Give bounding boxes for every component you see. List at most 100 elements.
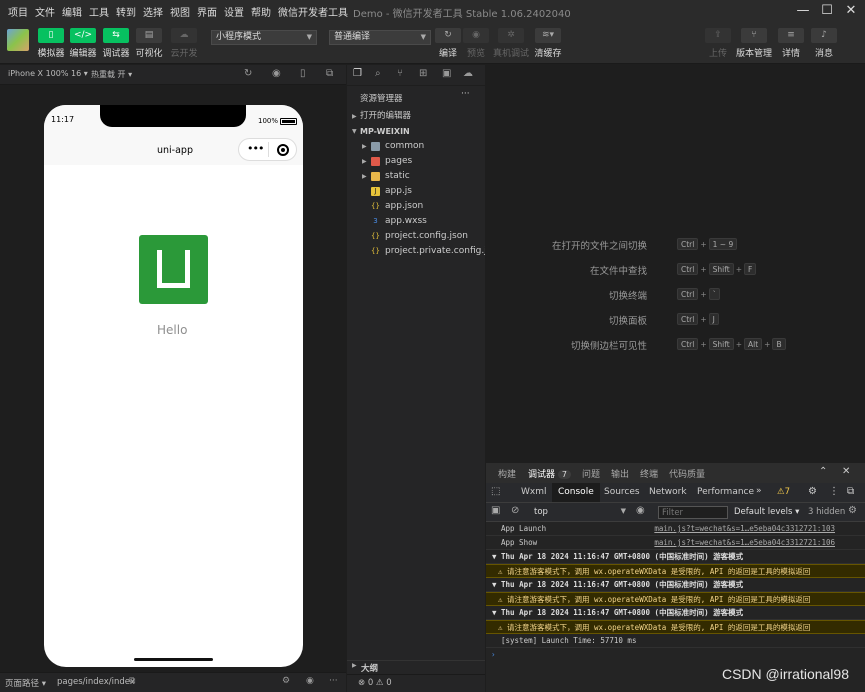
compile-mode-select[interactable]: 普通编译 ▼ xyxy=(329,30,431,45)
tab-output[interactable]: 输出 xyxy=(611,467,629,480)
tree-item-app-js[interactable]: J app.js xyxy=(347,184,485,199)
menu-settings[interactable]: 设置 xyxy=(224,4,244,19)
messages-button[interactable]: ♪ 消息 xyxy=(809,28,839,59)
page-path-label[interactable]: 页面路径 ▾ xyxy=(5,677,46,689)
page-title: uni-app xyxy=(157,145,193,156)
menu-tools[interactable]: 工具 xyxy=(89,4,109,19)
open-editors-section[interactable]: ▶ 打开的编辑器 xyxy=(347,109,485,124)
copy-icon[interactable]: ⧉ xyxy=(129,676,135,686)
popout-icon[interactable]: ⧉ xyxy=(326,68,333,79)
tab-build[interactable]: 构建 xyxy=(498,467,516,480)
preview-button[interactable]: ◉ 预览 xyxy=(461,28,491,59)
maximize-icon[interactable]: ☐ xyxy=(817,2,837,20)
log-warning: ⚠ 请注意游客模式下，调用 wx.operateWXData 是受限的, API… xyxy=(486,620,865,634)
chevron-right-icon: ▶ xyxy=(362,158,367,165)
rotate-icon[interactable]: ↻ xyxy=(244,68,252,79)
hint-switch-files: 在打开的文件之间切换 Ctrl +1 ~ 9 xyxy=(486,238,865,252)
git-icon[interactable]: ⑂ xyxy=(397,68,403,79)
more-icon[interactable]: ··· xyxy=(329,676,338,686)
console-prompt[interactable]: › xyxy=(486,648,865,662)
problems-status[interactable]: ⊗ 0 ⚠ 0 xyxy=(347,674,485,692)
menu-file[interactable]: 文件 xyxy=(35,4,55,19)
kebab-icon[interactable]: ⋮ xyxy=(829,486,839,497)
gear-icon[interactable]: ⚙ xyxy=(848,505,857,516)
log-group[interactable]: ▼ Thu Apr 18 2024 11:16:47 GMT+0800 (中国标… xyxy=(486,606,865,620)
tree-item-pages[interactable]: ▶ pages xyxy=(347,154,485,169)
menu-devtools[interactable]: 微信开发者工具 xyxy=(278,4,348,19)
upload-button[interactable]: ⇪ 上传 xyxy=(703,28,733,59)
tab-problems[interactable]: 问题 xyxy=(582,467,600,480)
tab-debugger[interactable]: 调试器 7 xyxy=(528,467,571,480)
mode-select[interactable]: 小程序模式 ▼ xyxy=(211,30,317,45)
warning-count[interactable]: ⚠7 xyxy=(777,487,790,497)
outline-section[interactable]: ▶ 大纲 xyxy=(347,660,485,674)
extensions-icon[interactable]: ⊞ xyxy=(419,68,427,79)
eye-icon[interactable]: ◉ xyxy=(636,505,645,516)
gear-icon[interactable]: ⚙ xyxy=(808,486,817,497)
close-capsule-icon[interactable] xyxy=(277,144,289,156)
menu-goto[interactable]: 转到 xyxy=(116,4,136,19)
more-icon[interactable]: ··· xyxy=(461,89,470,99)
menu-help[interactable]: 帮助 xyxy=(251,4,271,19)
clear-cache-button[interactable]: ≋▾ 清缓存 xyxy=(533,28,563,59)
menu-view[interactable]: 视图 xyxy=(170,4,190,19)
editor-button[interactable]: </> 编辑器 xyxy=(68,28,98,59)
menu-interface[interactable]: 界面 xyxy=(197,4,217,19)
debug-icon[interactable]: ▣ xyxy=(442,68,451,79)
more-tabs-icon[interactable]: » xyxy=(756,486,762,496)
simulator-panel: 11:17 100% uni-app ••• Hello xyxy=(0,86,346,672)
sidebar-toggle-icon[interactable]: ▣ xyxy=(491,505,500,516)
remote-debug-button[interactable]: ✲ 真机调试 xyxy=(493,28,529,59)
project-section[interactable]: ▼ MP-WEIXIN xyxy=(347,124,485,139)
context-select[interactable]: top ▼ xyxy=(530,506,626,519)
phone-screen: 11:17 100% uni-app ••• Hello xyxy=(44,105,303,667)
close-icon[interactable]: ✕ xyxy=(842,466,850,477)
js-file-icon: J xyxy=(371,187,380,196)
log-group[interactable]: ▼ Thu Apr 18 2024 11:16:47 GMT+0800 (中国标… xyxy=(486,550,865,564)
cloud-icon[interactable]: ☁ xyxy=(463,68,473,79)
inspect-icon[interactable]: ⬚ xyxy=(491,486,500,497)
avatar[interactable] xyxy=(7,29,29,51)
tree-item-app-json[interactable]: {} app.json xyxy=(347,199,485,214)
files-icon[interactable]: ❐ xyxy=(353,68,362,79)
log-group[interactable]: ▼ Thu Apr 18 2024 11:16:47 GMT+0800 (中国标… xyxy=(486,578,865,592)
tab-sources[interactable]: Sources xyxy=(598,483,646,502)
tree-item-common[interactable]: ▶ common xyxy=(347,139,485,154)
levels-select[interactable]: Default levels ▾ xyxy=(734,507,799,517)
minimize-icon[interactable]: — xyxy=(793,2,813,20)
visualize-button[interactable]: ▤ 可视化 xyxy=(134,28,164,59)
menu-edit[interactable]: 编辑 xyxy=(62,4,82,19)
more-icon[interactable]: ••• xyxy=(247,142,264,155)
tab-code-quality[interactable]: 代码质量 xyxy=(669,467,705,480)
undock-icon[interactable]: ⧉ xyxy=(847,486,854,497)
status-battery: 100% xyxy=(258,117,279,125)
tree-item-app-wxss[interactable]: 3 app.wxss xyxy=(347,214,485,229)
cloud-button[interactable]: ☁ 云开发 xyxy=(169,28,199,59)
tree-item-static[interactable]: ▶ static xyxy=(347,169,485,184)
eye-icon[interactable]: ◉ xyxy=(306,676,314,686)
source-link[interactable]: main.js?t=wechat&s=1…e5eba04c3312721:103 xyxy=(654,522,835,535)
menu-project[interactable]: 项目 xyxy=(8,4,28,19)
settings-icon[interactable]: ⚙ xyxy=(282,676,290,686)
search-icon[interactable]: ⌕ xyxy=(375,68,381,79)
tab-terminal[interactable]: 终端 xyxy=(640,467,658,480)
tree-item-project-config[interactable]: {} project.config.json xyxy=(347,229,485,244)
device-select[interactable]: iPhone X 100% 16 ▾ xyxy=(8,69,88,78)
chevron-up-icon[interactable]: ⌃ xyxy=(819,466,827,477)
hotreload-toggle[interactable]: 热重载 开 ▾ xyxy=(91,69,132,80)
tab-console[interactable]: Console xyxy=(552,483,600,502)
details-button[interactable]: ≡ 详情 xyxy=(776,28,806,59)
tree-item-project-private-config[interactable]: {} project.private.config.js... xyxy=(347,244,485,259)
debugger-button[interactable]: ⇆ 调试器 xyxy=(101,28,131,59)
clear-console-icon[interactable]: ⊘ xyxy=(511,505,519,516)
version-button[interactable]: ⑂ 版本管理 xyxy=(736,28,772,59)
close-icon[interactable]: ✕ xyxy=(841,2,861,20)
record-icon[interactable]: ◉ xyxy=(272,68,281,79)
menu-select[interactable]: 选择 xyxy=(143,4,163,19)
tab-wxml[interactable]: Wxml xyxy=(515,483,553,502)
filter-input[interactable] xyxy=(658,506,728,519)
phone-icon[interactable]: ▯ xyxy=(300,68,306,79)
source-link[interactable]: main.js?t=wechat&s=1…e5eba04c3312721:106 xyxy=(654,536,835,549)
tab-network[interactable]: Network xyxy=(643,483,693,502)
tab-performance[interactable]: Performance xyxy=(691,483,760,502)
